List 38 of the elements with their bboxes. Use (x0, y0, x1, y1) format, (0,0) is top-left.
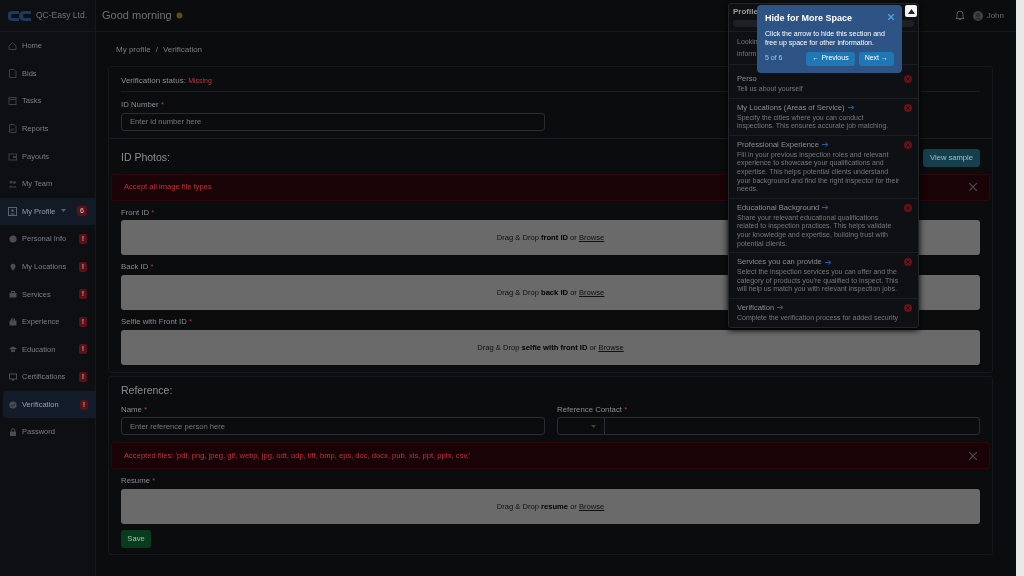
bell-icon (954, 10, 965, 21)
breadcrumb-separator: / (155, 44, 158, 56)
pin-icon (9, 262, 17, 271)
close-icon[interactable] (969, 183, 977, 192)
briefcase-icon (9, 317, 17, 326)
avatar-icon (972, 10, 983, 21)
section-heading: Reference: (121, 382, 174, 398)
logo-text: QC-Easy Ltd. (36, 9, 88, 22)
phone-field[interactable] (605, 417, 980, 436)
greeting-text: Good morning (102, 8, 172, 24)
graduation-cap-icon (9, 345, 17, 354)
profile-icon (8, 206, 17, 216)
panel-title: Profile (733, 7, 758, 16)
close-icon[interactable] (888, 14, 894, 20)
breadcrumb-current: Verification (162, 44, 203, 56)
certificate-icon (9, 372, 17, 381)
close-icon[interactable] (969, 451, 977, 460)
lock-icon (9, 428, 17, 437)
logo-icon (8, 8, 32, 23)
popover-title: Hide for More Space (765, 12, 853, 25)
toolbox-icon (9, 290, 17, 299)
user-name: John (986, 9, 1004, 22)
breadcrumb-link[interactable]: My profile (116, 44, 151, 66)
sun-icon (175, 12, 183, 19)
section-heading: ID Photos: (121, 149, 171, 165)
triangle-up-icon (907, 8, 915, 14)
report-icon (8, 124, 17, 134)
home-icon (8, 41, 17, 51)
wallet-icon (8, 151, 17, 161)
collapse-toggle-button[interactable] (905, 5, 917, 17)
caret-icon (591, 424, 596, 428)
team-icon (8, 179, 17, 189)
document-icon (8, 68, 17, 78)
status-label: Verification status: (121, 76, 186, 85)
info-icon (9, 234, 17, 243)
country-code-select[interactable] (557, 417, 605, 436)
check-circle-icon (9, 400, 17, 409)
calendar-icon (8, 96, 17, 106)
